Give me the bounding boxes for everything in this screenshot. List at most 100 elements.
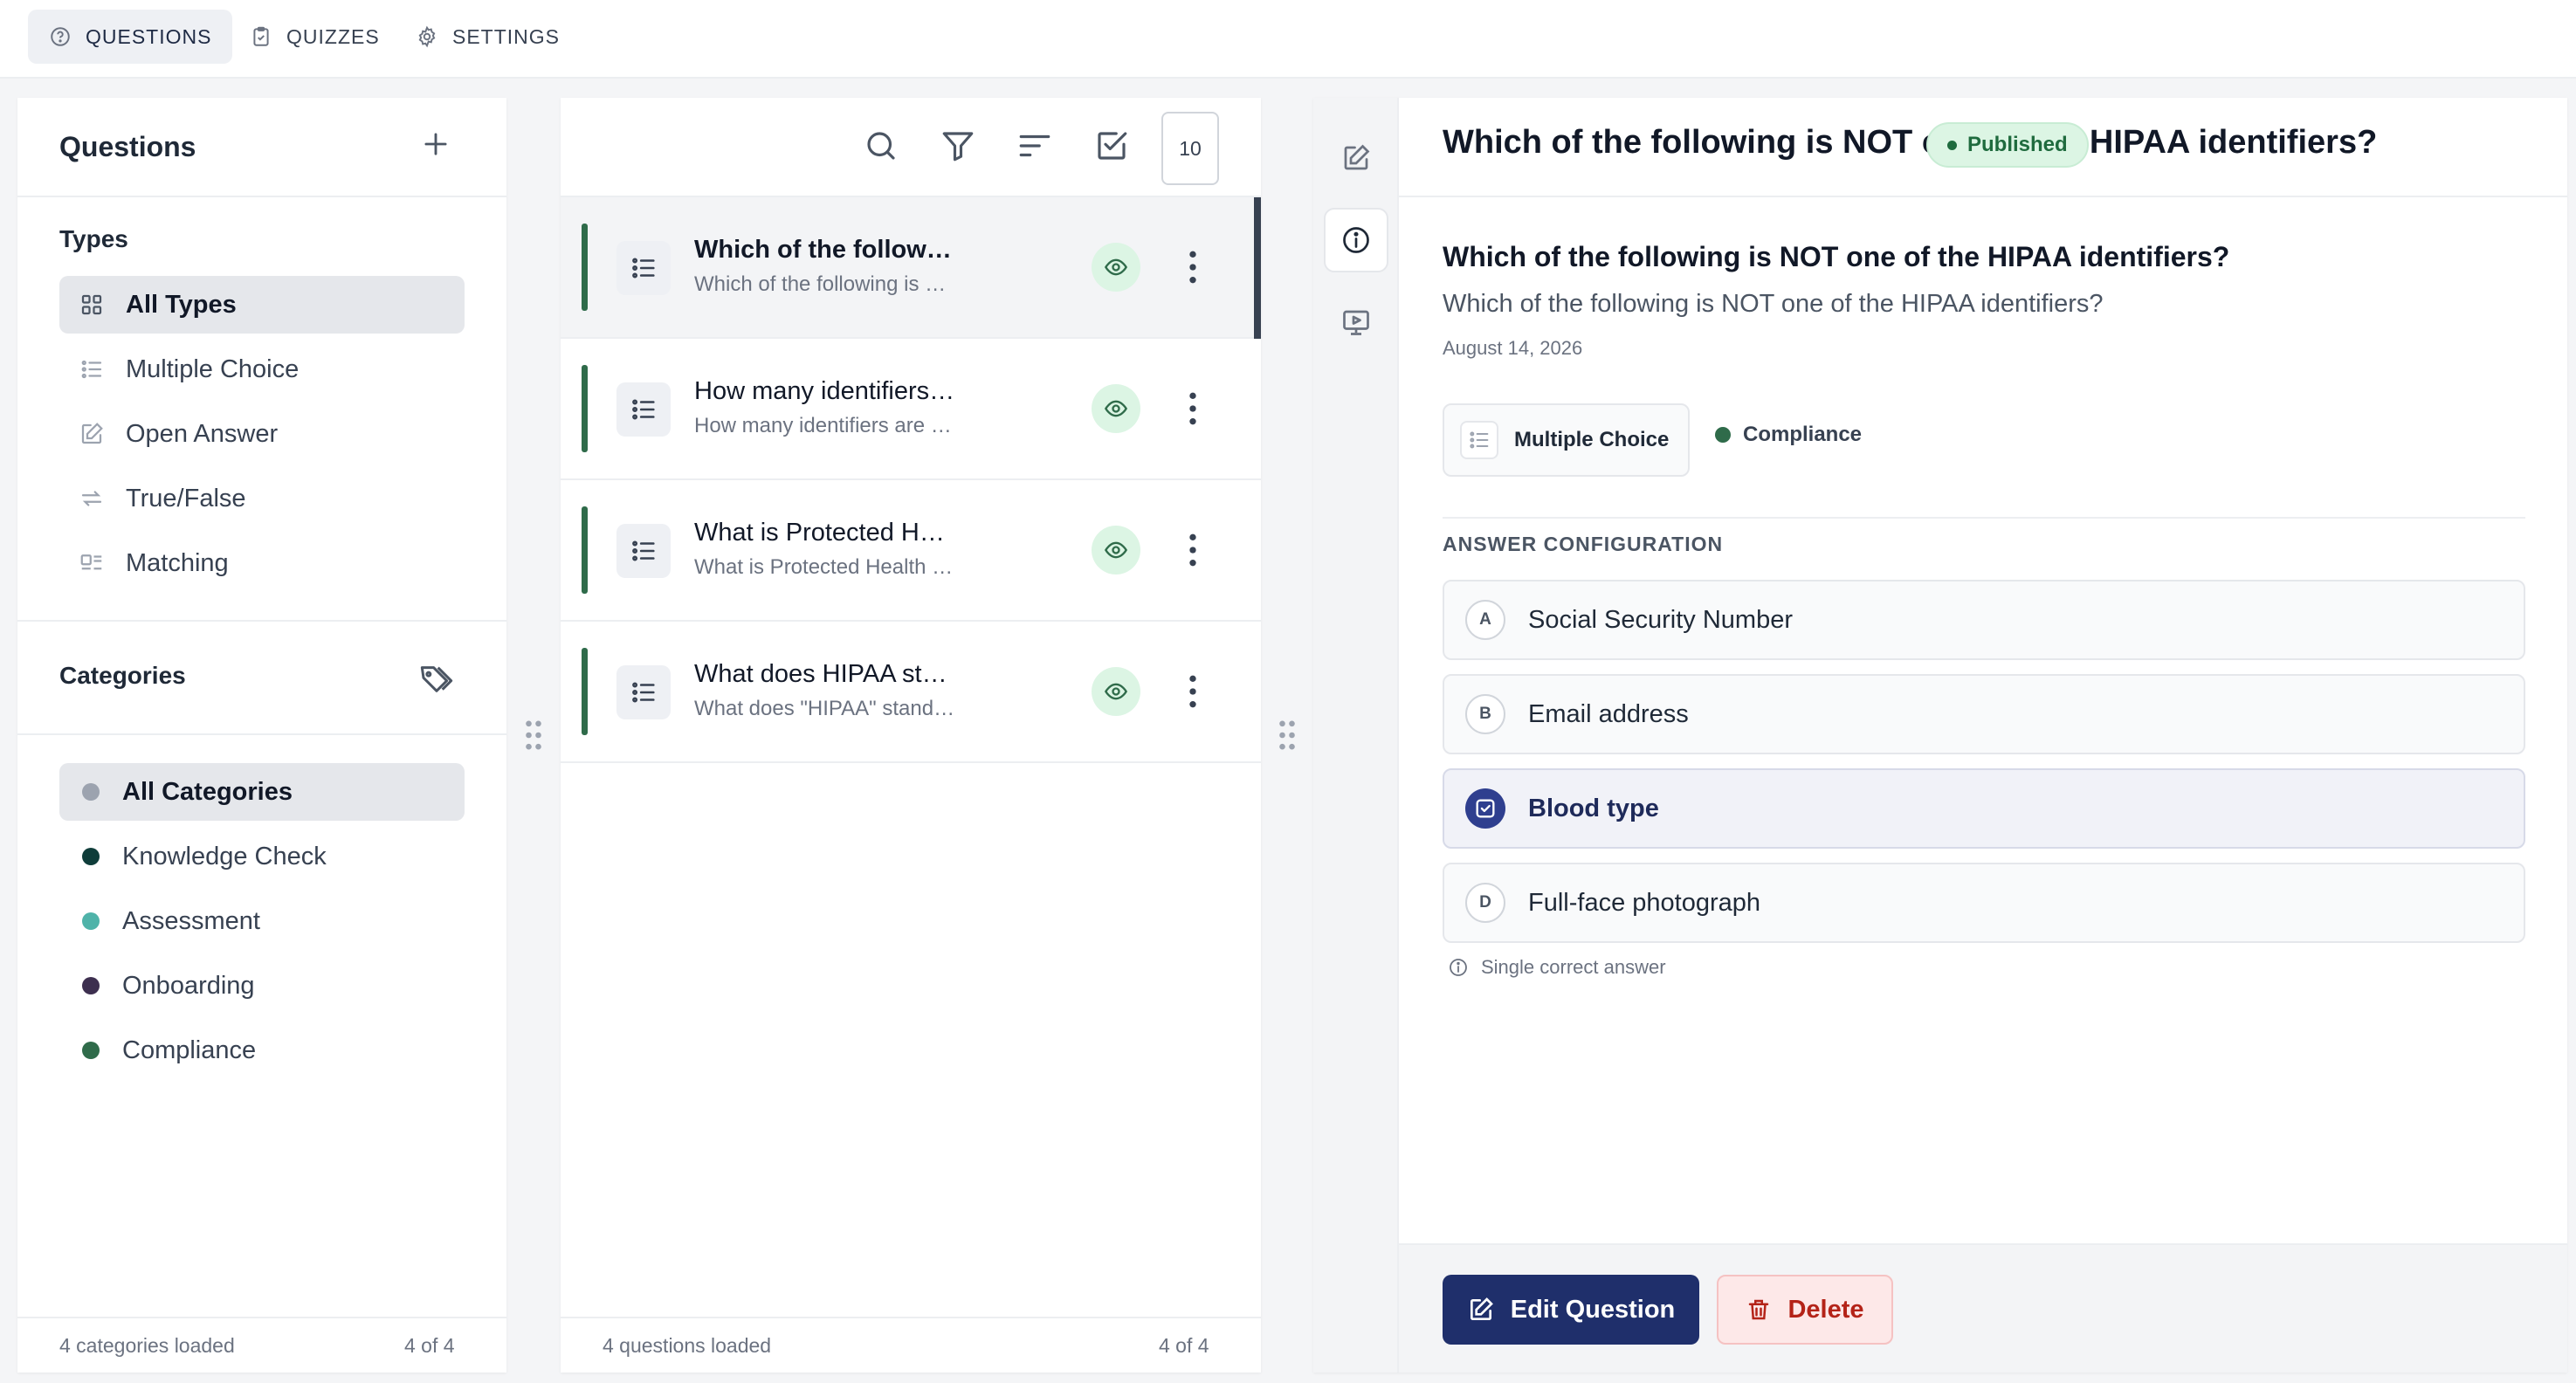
divider	[17, 620, 506, 622]
category-dot	[1715, 427, 1731, 443]
divider	[17, 733, 506, 735]
info-icon	[1340, 224, 1372, 256]
category-filter-knowledge-check[interactable]: Knowledge Check	[59, 828, 465, 885]
type-filter-all[interactable]: All Types	[59, 276, 465, 334]
tags-icon[interactable]	[417, 662, 456, 697]
divider	[1399, 196, 2567, 197]
tab-settings[interactable]: SETTINGS	[395, 10, 581, 64]
question-row[interactable]: What is Protected Health Information? Wh…	[561, 480, 1261, 622]
edit-question-label: Edit Question	[1510, 1295, 1676, 1324]
eye-icon[interactable]	[1092, 667, 1140, 716]
divider	[17, 196, 506, 197]
category-filter-compliance[interactable]: Compliance	[59, 1022, 465, 1079]
eye-icon[interactable]	[1092, 243, 1140, 292]
questions-count: 4 of 4	[1159, 1334, 1209, 1357]
answer-hint-text: Single correct answer	[1481, 956, 1666, 978]
edit-mode-button[interactable]	[1324, 126, 1388, 190]
tab-label: QUIZZES	[286, 24, 380, 48]
category-filter-all[interactable]: All Categories	[59, 763, 465, 821]
type-filter-label: All Types	[126, 290, 237, 319]
grid-icon	[79, 292, 105, 318]
more-options-icon[interactable]	[1184, 672, 1202, 711]
tab-label: SETTINGS	[452, 24, 561, 48]
category-dot	[82, 783, 100, 801]
category-dot	[82, 977, 100, 994]
tab-quizzes[interactable]: QUIZZES	[229, 10, 401, 64]
search-icon[interactable]	[863, 127, 899, 164]
tab-questions[interactable]: QUESTIONS	[28, 10, 233, 64]
sort-icon[interactable]	[1016, 127, 1053, 164]
category-label: Compliance	[122, 1036, 257, 1064]
category-label: All Categories	[122, 777, 293, 806]
question-category-label: Compliance	[1743, 423, 1863, 446]
answer-option[interactable]: D Full-face photograph	[1443, 863, 2525, 943]
answer-option-correct[interactable]: Blood type	[1443, 768, 2525, 849]
more-options-icon[interactable]	[1184, 248, 1202, 286]
question-title: What is Protected Health Information?	[694, 519, 956, 547]
checkbox-checked-icon	[1465, 788, 1505, 829]
columns-icon	[79, 550, 105, 576]
trash-icon	[1746, 1297, 1772, 1323]
question-date: August 14, 2026	[1443, 337, 1583, 359]
status-dot	[1947, 140, 1957, 150]
category-filter-onboarding[interactable]: Onboarding	[59, 957, 465, 1015]
question-subtitle: Which of the following is NOT one of the…	[694, 272, 956, 296]
categories-status: 4 categories loaded	[59, 1334, 235, 1357]
categories-heading: Categories	[59, 662, 186, 689]
page-size-selector[interactable]: 10	[1161, 112, 1219, 185]
eye-icon[interactable]	[1092, 384, 1140, 433]
question-row[interactable]: How many identifiers are defined under H…	[561, 339, 1261, 480]
filter-icon[interactable]	[940, 127, 976, 164]
pencil-square-icon	[79, 421, 105, 447]
type-filter-matching[interactable]: Matching	[59, 534, 465, 592]
question-row[interactable]: Which of the following is NOT one of the…	[561, 197, 1261, 339]
question-type-label: Multiple Choice	[1514, 428, 1670, 451]
question-title: Which of the following is NOT one of the…	[694, 236, 956, 264]
question-title: Which of the following is NOT one of the…	[1443, 241, 2230, 272]
answer-option[interactable]: A Social Security Number	[1443, 580, 2525, 660]
divider	[1443, 517, 2525, 519]
type-filter-label: Open Answer	[126, 419, 279, 448]
detail-header-title: Which of the following is NOT one of the…	[1443, 124, 2378, 161]
list-icon	[79, 356, 105, 382]
question-title: How many identifiers are defined under H…	[694, 377, 956, 405]
info-icon	[1448, 957, 1469, 978]
list-icon	[616, 665, 671, 719]
question-detail-panel: Which of the following is NOT one of the…	[1313, 98, 2567, 1373]
clipboard-icon	[250, 25, 272, 48]
question-subtitle: How many identifiers are defined under H…	[694, 414, 956, 437]
category-label: Assessment	[122, 906, 260, 935]
list-icon	[616, 382, 671, 437]
answer-option[interactable]: B Email address	[1443, 674, 2525, 754]
question-title: What does HIPAA stand for?	[694, 660, 956, 688]
type-filter-open-answer[interactable]: Open Answer	[59, 405, 465, 463]
category-label: Onboarding	[122, 971, 255, 1000]
preview-mode-button[interactable]	[1324, 290, 1388, 354]
add-question-button[interactable]	[419, 127, 452, 161]
type-filter-true-false[interactable]: True/False	[59, 470, 465, 527]
resize-handle[interactable]	[524, 718, 543, 753]
pencil-square-icon	[1467, 1296, 1495, 1324]
category-accent-bar	[582, 506, 588, 594]
more-options-icon[interactable]	[1184, 531, 1202, 569]
gear-icon	[416, 25, 438, 48]
category-label: Knowledge Check	[122, 842, 327, 870]
eye-icon[interactable]	[1092, 526, 1140, 575]
detail-actions: Edit Question Delete	[1399, 1243, 2567, 1373]
select-all-icon[interactable]	[1093, 127, 1130, 164]
question-row[interactable]: What does HIPAA stand for? What does "HI…	[561, 622, 1261, 763]
info-mode-button[interactable]	[1324, 208, 1388, 272]
question-subtitle: What is Protected Health Information (PH…	[694, 555, 956, 579]
resize-handle[interactable]	[1278, 718, 1297, 753]
status-badge: Published	[1926, 122, 2089, 168]
type-filter-label: True/False	[126, 484, 246, 513]
more-options-icon[interactable]	[1184, 389, 1202, 428]
tab-label: QUESTIONS	[86, 24, 212, 48]
delete-question-button[interactable]: Delete	[1717, 1275, 1893, 1345]
category-accent-bar	[582, 648, 588, 735]
types-heading: Types	[59, 225, 128, 252]
edit-question-button[interactable]: Edit Question	[1443, 1275, 1699, 1345]
type-filter-multiple-choice[interactable]: Multiple Choice	[59, 341, 465, 398]
divider	[561, 1317, 1261, 1318]
category-filter-assessment[interactable]: Assessment	[59, 892, 465, 950]
